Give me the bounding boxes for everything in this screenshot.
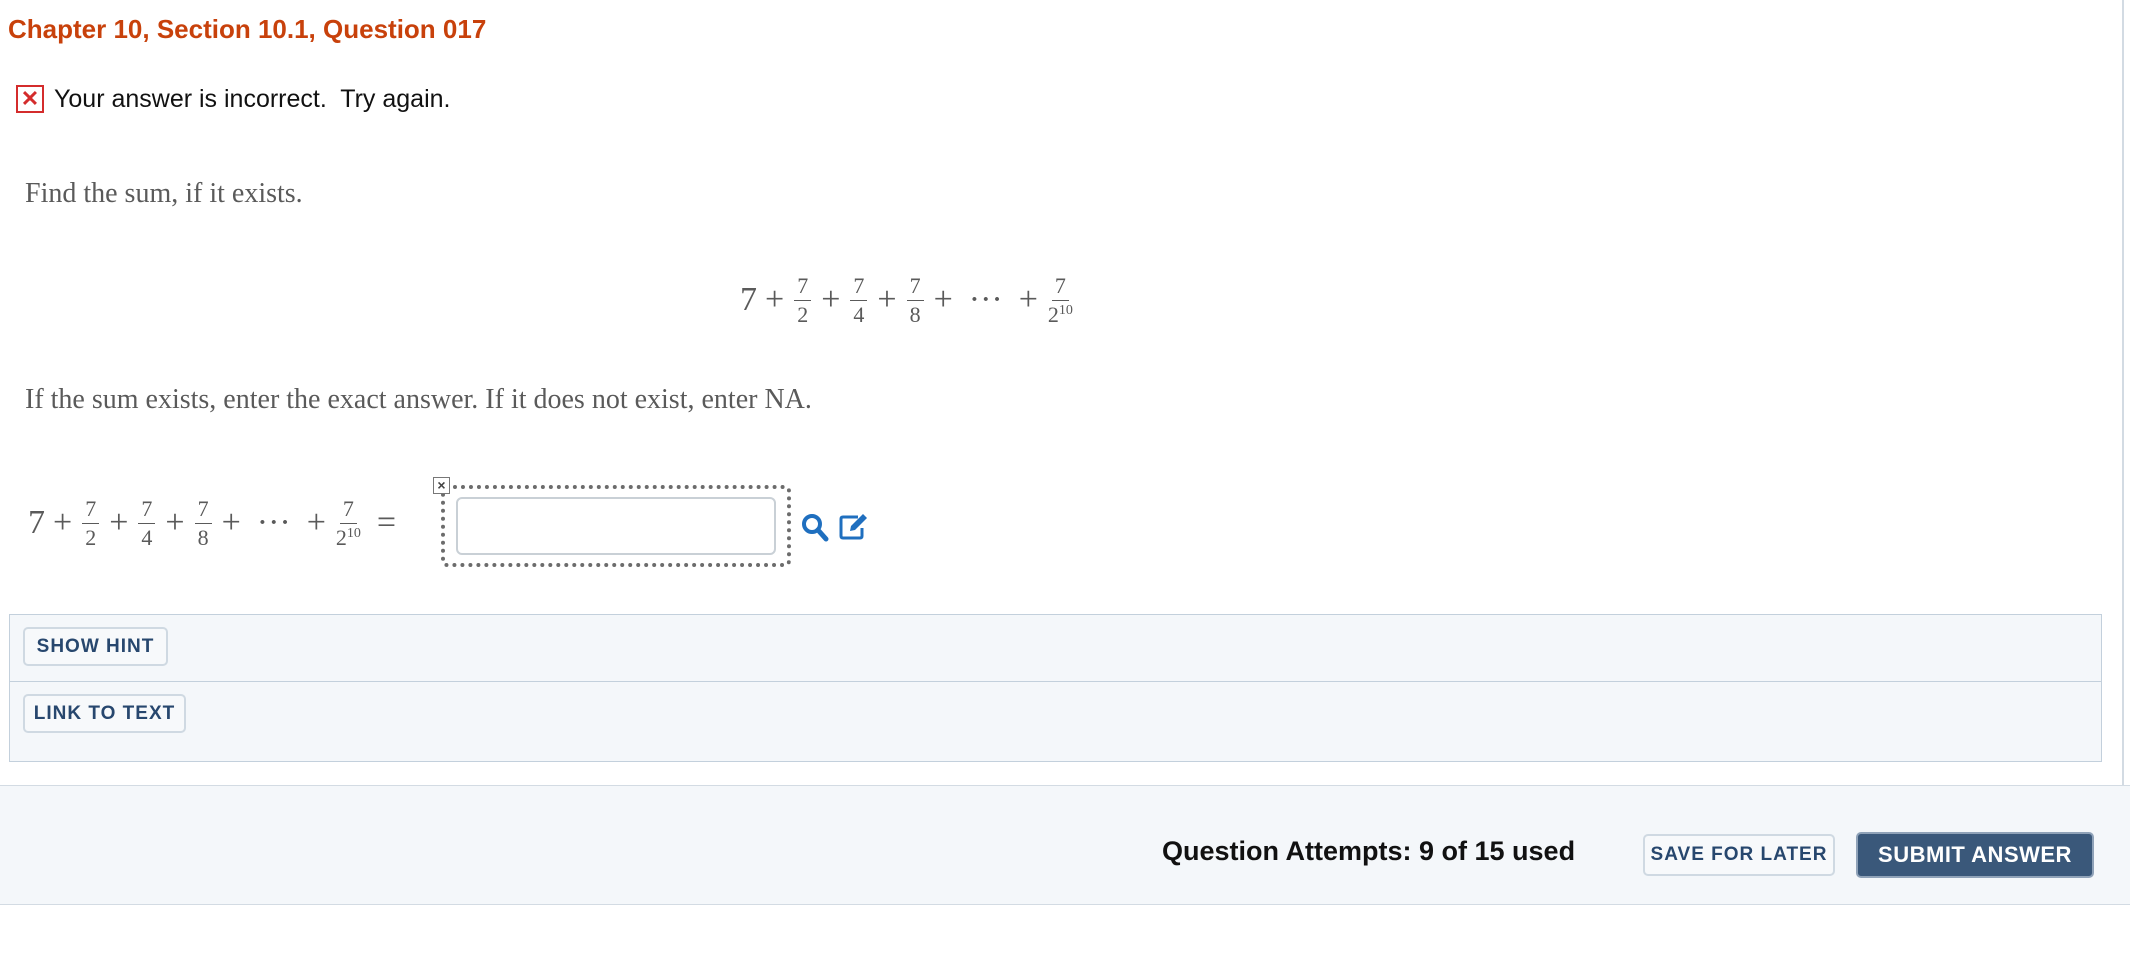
fraction-numerator: 7 [194,497,212,524]
show-hint-button[interactable]: SHOW HINT [23,627,168,666]
feedback-message: ✕ Your answer is incorrect. Try again. [16,82,450,116]
fraction-denominator: 4 [141,524,153,550]
question-prompt: Find the sum, if it exists. [25,178,303,209]
save-for-later-button[interactable]: SAVE FOR LATER [1643,834,1835,876]
fraction-numerator: 7 [906,274,924,301]
plus-sign: + [53,504,73,541]
plus-sign: + [1018,281,1038,318]
series-equation: 7 + 7 2 + 7 4 + 7 8 + ··· + 7 210 = [28,497,397,550]
fraction-numerator: 7 [850,274,868,301]
clear-answer-icon[interactable]: × [433,477,450,494]
equals-sign: = [376,504,397,541]
plus-sign: + [821,281,841,318]
power-base: 2 [1047,301,1059,327]
fraction-denominator: 2 [797,301,809,327]
plus-sign: + [933,281,953,318]
hint-divider [10,681,2101,682]
lead-term: 7 [740,281,757,318]
answer-instruction: If the sum exists, enter the exact answe… [25,384,812,415]
fraction-term: 7 4 [850,274,868,327]
last-fraction-term: 7 210 [336,497,361,549]
plus-sign: + [765,281,785,318]
fraction-numerator: 7 [1051,274,1069,301]
fraction-numerator: 7 [138,497,156,524]
power-exponent: 10 [346,525,361,541]
plus-sign: + [165,504,185,541]
x-mark-icon: ✕ [16,85,44,113]
fraction-denominator: 8 [197,524,209,550]
hint-panel: SHOW HINT LINK TO TEXT [9,614,2102,762]
fraction-denominator: 8 [909,301,921,327]
plus-sign: + [306,504,326,541]
fraction-term: 7 8 [194,497,212,550]
fraction-term: 7 4 [138,497,156,550]
fraction-denominator: 210 [1048,301,1073,326]
ellipsis: ··· [968,281,1003,318]
fraction-numerator: 7 [794,274,812,301]
power-exponent: 10 [1058,302,1073,318]
attempts-counter: Question Attempts: 9 of 15 used [1162,836,1576,866]
link-to-text-button[interactable]: LINK TO TEXT [23,694,186,733]
page-right-border [2122,0,2124,785]
fraction-denominator: 210 [336,524,361,549]
fraction-numerator: 7 [339,497,357,524]
last-fraction-term: 7 210 [1048,274,1073,326]
series-display: 7 + 7 2 + 7 4 + 7 8 + ··· + 7 210 [740,270,1075,330]
edit-icon[interactable] [838,510,870,542]
answer-input[interactable] [456,497,776,555]
magnifier-icon[interactable] [800,512,830,544]
fraction-denominator: 4 [853,301,865,327]
power-base: 2 [335,524,347,550]
fraction-term: 7 2 [82,497,100,550]
plus-sign: + [109,504,129,541]
lead-term: 7 [28,504,45,541]
fraction-term: 7 8 [906,274,924,327]
plus-sign: + [221,504,241,541]
page-title: Chapter 10, Section 10.1, Question 017 [8,14,487,44]
fraction-denominator: 2 [85,524,97,550]
ellipsis: ··· [256,504,291,541]
feedback-text: Your answer is incorrect. Try again. [54,84,451,113]
fraction-term: 7 2 [794,274,812,327]
submit-answer-button[interactable]: SUBMIT ANSWER [1856,832,2094,878]
plus-sign: + [877,281,897,318]
fraction-numerator: 7 [82,497,100,524]
